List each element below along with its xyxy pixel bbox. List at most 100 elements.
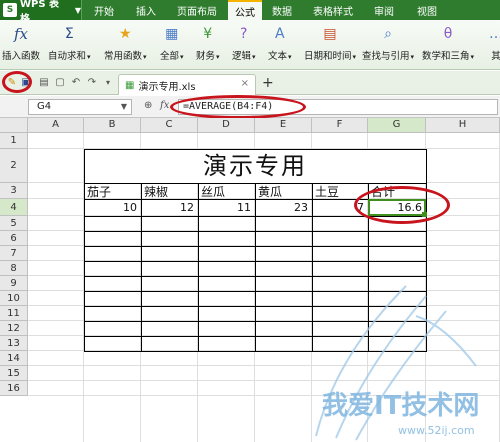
ribbon-button-fx[interactable]: fx 插入函数 bbox=[2, 22, 40, 62]
annotation-circle-total bbox=[354, 186, 450, 224]
row-header-2[interactable]: 2 bbox=[0, 149, 28, 183]
spreadsheet-file-icon: ▦ bbox=[125, 79, 135, 91]
menu-tab-5[interactable]: 数据 bbox=[262, 0, 302, 20]
column-header-c[interactable]: C bbox=[141, 118, 198, 133]
menu-tab-8[interactable]: 视图 bbox=[404, 0, 450, 20]
fx-icon: fx bbox=[13, 25, 28, 43]
menu-bar: S WPS 表格 ▼ 开始插入页面布局公式数据表格样式审阅视图 bbox=[0, 0, 500, 25]
sheet-title-cell[interactable]: 演示专用 bbox=[84, 149, 426, 183]
ribbon-button-finance[interactable]: ¥ 财务▾ bbox=[196, 22, 220, 62]
calendar-icon: ▤ bbox=[323, 26, 337, 42]
column-header-f[interactable]: F bbox=[312, 118, 368, 133]
name-box[interactable]: G4 ▼ bbox=[28, 99, 132, 115]
column-header-d[interactable]: D bbox=[198, 118, 255, 133]
ribbon-button-calendar[interactable]: ▤ 日期和时间▾ bbox=[304, 22, 356, 62]
row-header-11[interactable]: 11 bbox=[0, 306, 28, 321]
column-header-b[interactable]: B bbox=[84, 118, 141, 133]
customize-chevron-icon[interactable]: ▾ bbox=[102, 76, 114, 88]
row-header-13[interactable]: 13 bbox=[0, 336, 28, 351]
undo-icon[interactable]: ↶ bbox=[70, 76, 82, 88]
document-tab[interactable]: ▦ 演示专用.xls × bbox=[118, 74, 256, 95]
column-header-g[interactable]: G bbox=[368, 118, 426, 133]
row-header-12[interactable]: 12 bbox=[0, 321, 28, 336]
column-header-a[interactable]: A bbox=[28, 118, 84, 133]
select-all-corner[interactable] bbox=[0, 118, 28, 133]
ribbon-button-math[interactable]: θ 数学和三角▾ bbox=[422, 22, 474, 62]
star-icon: ★ bbox=[118, 26, 132, 42]
column-header-e[interactable]: E bbox=[255, 118, 312, 133]
ribbon-label: 自动求和 bbox=[48, 51, 87, 62]
row-header-5[interactable]: 5 bbox=[0, 216, 28, 231]
row-header-16[interactable]: 16 bbox=[0, 381, 28, 396]
print-preview-icon[interactable]: ▢ bbox=[54, 76, 66, 88]
ribbon-label: 全部 bbox=[160, 51, 180, 62]
fx-icon[interactable]: fx bbox=[160, 100, 169, 111]
header-cell-d3[interactable]: 丝瓜 bbox=[199, 184, 255, 201]
ribbon-label: 常用函数 bbox=[104, 51, 143, 62]
cell-reference: G4 bbox=[37, 101, 52, 112]
header-cell-b3[interactable]: 茄子 bbox=[85, 184, 141, 201]
zoom-icon[interactable]: ⊕ bbox=[144, 100, 152, 111]
header-cell-e3[interactable]: 黄瓜 bbox=[256, 184, 312, 201]
sigma-icon: Σ bbox=[64, 26, 74, 42]
chevron-down-icon: ▾ bbox=[410, 53, 415, 61]
all-functions-icon: ▦ bbox=[165, 26, 179, 42]
header-cell-c3[interactable]: 辣椒 bbox=[142, 184, 198, 201]
ribbon-label: 查找与引用 bbox=[362, 51, 410, 62]
close-icon[interactable]: × bbox=[241, 78, 249, 89]
value-cell-e4[interactable]: 23 bbox=[256, 200, 311, 216]
menu-tab-6[interactable]: 表格样式 bbox=[302, 0, 364, 20]
column-header-h[interactable]: H bbox=[426, 118, 500, 133]
row-header-1[interactable]: 1 bbox=[0, 133, 28, 149]
formula-bar: G4 ▼ ⊕ fx =AVERAGE(B4:F4) bbox=[0, 95, 500, 119]
ribbon-label: 财务 bbox=[196, 51, 216, 62]
row-header-15[interactable]: 15 bbox=[0, 366, 28, 381]
document-tab-label: 演示专用.xls bbox=[138, 81, 196, 93]
ribbon-button-lookup[interactable]: ⌕ 查找与引用▾ bbox=[362, 22, 414, 62]
chevron-down-icon: ▾ bbox=[470, 53, 475, 61]
chevron-down-icon[interactable]: ▼ bbox=[121, 100, 127, 114]
table-border bbox=[84, 149, 427, 150]
table-border bbox=[426, 149, 427, 352]
row-header-6[interactable]: 6 bbox=[0, 231, 28, 246]
menu-tab-3[interactable]: 页面布局 bbox=[166, 0, 228, 20]
row-header-7[interactable]: 7 bbox=[0, 246, 28, 261]
row-header-14[interactable]: 14 bbox=[0, 351, 28, 366]
logic-icon: ? bbox=[240, 26, 248, 42]
ribbon-button-star[interactable]: ★ 常用函数▾ bbox=[104, 22, 147, 62]
table-border bbox=[84, 351, 427, 352]
ribbon-button-all-functions[interactable]: ▦ 全部▾ bbox=[160, 22, 184, 62]
row-header-8[interactable]: 8 bbox=[0, 261, 28, 276]
ribbon: fx 插入函数 Σ 自动求和▾ ★ 常用函数▾ ▦ 全部▾ ¥ 财务▾? 逻辑▾ A 文本▾ ▤ 日期和时间… bbox=[0, 20, 500, 70]
quick-access-bar: ✎ ▣ ▤ ▢ ↶ ↷ ▾ ▦ 演示专用.xls × + bbox=[0, 71, 500, 95]
wps-logo-icon: S bbox=[3, 3, 17, 17]
redo-icon[interactable]: ↷ bbox=[86, 76, 98, 88]
menu-tab-7[interactable]: 审阅 bbox=[364, 0, 404, 20]
chevron-down-icon: ▾ bbox=[288, 53, 292, 61]
menu-tab-4[interactable]: 公式 bbox=[228, 0, 262, 20]
chevron-down-icon: ▾ bbox=[352, 53, 357, 61]
menu-tab-1[interactable]: 开始 bbox=[82, 0, 126, 20]
table-border bbox=[84, 149, 85, 352]
row-header-3[interactable]: 3 bbox=[0, 183, 28, 199]
value-cell-c4[interactable]: 12 bbox=[142, 200, 197, 216]
print-icon[interactable]: ▤ bbox=[38, 76, 50, 88]
annotation-circle-formula bbox=[170, 95, 306, 119]
ribbon-label: 日期和时间 bbox=[304, 51, 352, 62]
add-tab-icon[interactable]: + bbox=[262, 75, 274, 91]
spreadsheet-grid[interactable]: A B C D E F G H 1 2 3 4 5 6 7 8 9 10 11 12 13 14 15 16 演示专用 茄子 辣椒丝… bbox=[0, 118, 500, 442]
chevron-down-icon: ▾ bbox=[87, 53, 91, 61]
menu-tab-2[interactable]: 插入 bbox=[126, 0, 166, 20]
ribbon-button-sigma[interactable]: Σ 自动求和▾ bbox=[48, 22, 91, 62]
row-header-9[interactable]: 9 bbox=[0, 276, 28, 291]
ribbon-button-more[interactable]: …其 bbox=[486, 22, 500, 62]
more-icon: … bbox=[486, 24, 500, 44]
row-header-10[interactable]: 10 bbox=[0, 291, 28, 306]
value-cell-d4[interactable]: 11 bbox=[199, 200, 254, 216]
ribbon-label: 其 bbox=[491, 51, 500, 62]
ribbon-button-text[interactable]: A 文本▾ bbox=[268, 22, 292, 62]
ribbon-button-logic[interactable]: ? 逻辑▾ bbox=[232, 22, 256, 62]
value-cell-b4[interactable]: 10 bbox=[85, 200, 140, 216]
app-menu-button[interactable]: S WPS 表格 ▼ bbox=[0, 0, 82, 25]
row-header-4[interactable]: 4 bbox=[0, 199, 28, 216]
